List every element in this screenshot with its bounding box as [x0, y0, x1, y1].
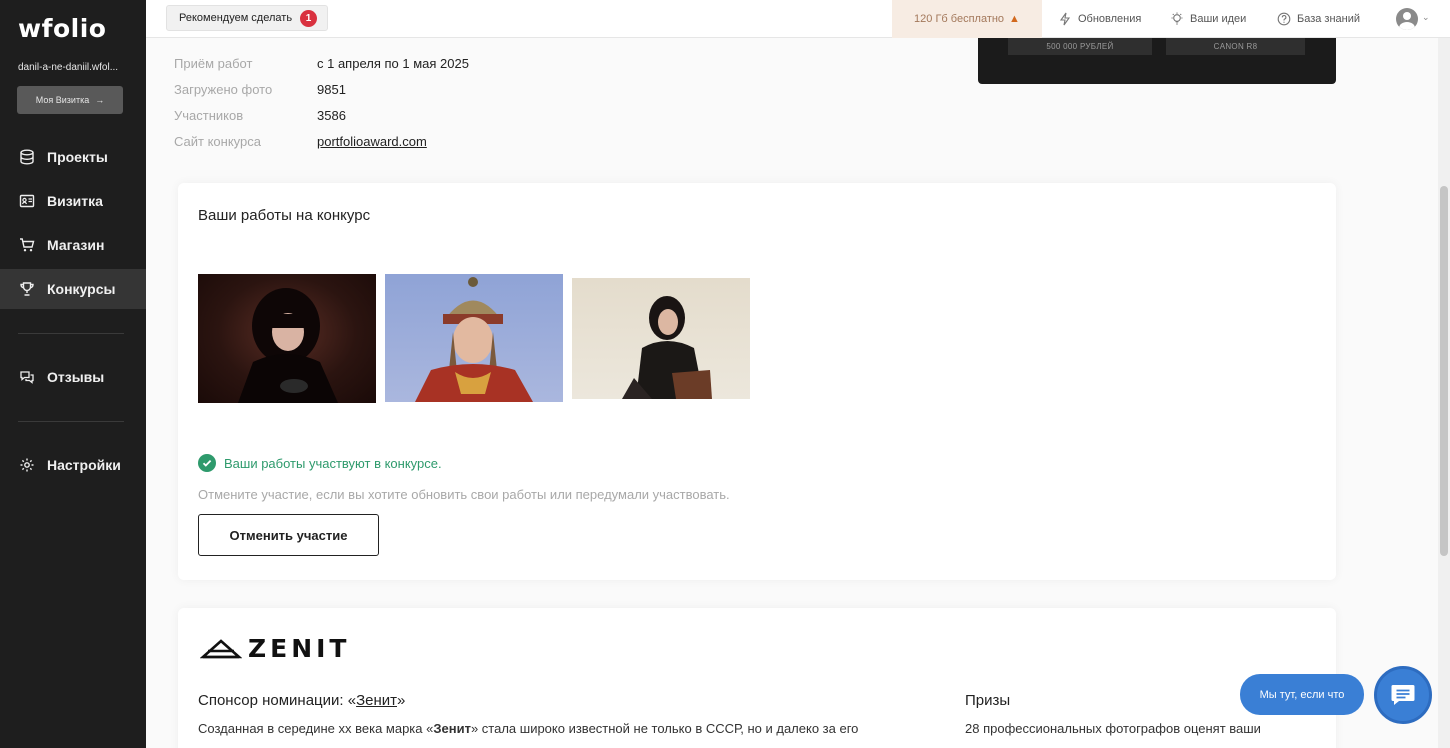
sidebar-item-contests[interactable]: Конкурсы — [0, 269, 146, 309]
sponsor-desc-start: Созданная в середине хх века марка « — [198, 721, 434, 736]
ideas-link[interactable]: Ваши идеи — [1170, 0, 1246, 38]
prizes-description: 28 профессиональных фотографов оценят ва… — [965, 721, 1261, 736]
sidebar-item-projects[interactable]: Проекты — [0, 137, 146, 177]
my-card-button[interactable]: Моя Визитка → — [17, 86, 123, 114]
photo-portrait-hat — [415, 277, 533, 402]
chevron-down-icon[interactable]: ⌄ — [1422, 12, 1430, 23]
contest-photo[interactable] — [198, 274, 376, 403]
sponsor-link[interactable]: Зенит — [356, 692, 397, 709]
sidebar-item-settings[interactable]: Настройки — [0, 445, 146, 485]
site-domain[interactable]: danil-a-ne-daniil.wfol... — [18, 62, 118, 73]
chat-greeting-bubble[interactable]: Мы тут, если что — [1240, 674, 1364, 715]
top-bar: Рекомендуем сделать 1 120 Гб бесплатно ▲… — [146, 0, 1450, 38]
photo-portrait-seated — [622, 296, 712, 399]
photo-portrait-hood — [238, 288, 338, 403]
app-logo[interactable]: wfolio — [18, 14, 106, 43]
info-label: Участников — [174, 108, 244, 123]
sidebar-item-label: Отзывы — [47, 369, 105, 385]
info-value: 3586 — [317, 108, 346, 123]
recommend-button[interactable]: Рекомендуем сделать 1 — [166, 5, 329, 31]
participation-status: Ваши работы участвуют в конкурсе. — [198, 454, 442, 472]
sponsor-title-suffix: » — [397, 692, 406, 709]
sponsor-title: Спонсор номинации: «Зенит» — [198, 692, 405, 709]
cart-icon — [20, 238, 35, 252]
free-storage-label: 120 Гб бесплатно — [914, 13, 1005, 25]
cancel-participation-button[interactable]: Отменить участие — [198, 514, 379, 556]
sidebar-item-label: Визитка — [47, 193, 103, 209]
contest-works-card: Ваши работы на конкурс Ваши работы участ… — [178, 183, 1336, 580]
zenit-emblem-icon — [200, 638, 242, 658]
fire-icon: ▲ — [1009, 13, 1020, 25]
page-scrollbar[interactable] — [1438, 38, 1450, 748]
info-label: Сайт конкурса — [174, 134, 261, 149]
info-value: с 1 апреля по 1 мая 2025 — [317, 56, 469, 71]
info-label: Приём работ — [174, 56, 253, 71]
sidebar: wfolio danil-a-ne-daniil.wfol... Моя Виз… — [0, 0, 146, 748]
chat-open-button[interactable] — [1374, 666, 1432, 724]
contest-photo[interactable] — [385, 274, 563, 402]
gear-icon — [20, 458, 34, 472]
knowledge-base-label: База знаний — [1297, 13, 1361, 25]
sidebar-item-shop[interactable]: Магазин — [0, 225, 146, 265]
info-value: 9851 — [317, 82, 346, 97]
sponsor-desc-bold: Зенит — [433, 721, 471, 736]
sidebar-item-card[interactable]: Визитка — [0, 181, 146, 221]
cancel-hint: Отмените участие, если вы хотите обновит… — [198, 487, 730, 502]
my-card-button-label: Моя Визитка — [35, 95, 90, 105]
id-card-icon — [19, 194, 35, 208]
help-circle-icon — [1277, 12, 1291, 26]
avatar-head — [1403, 12, 1411, 20]
avatar-body — [1399, 22, 1415, 30]
database-icon — [20, 149, 34, 165]
user-avatar[interactable] — [1396, 8, 1418, 30]
participation-status-text: Ваши работы участвуют в конкурсе. — [224, 455, 442, 471]
sidebar-item-reviews[interactable]: Отзывы — [0, 357, 146, 397]
lightning-icon — [1059, 12, 1071, 26]
lightbulb-icon — [1171, 12, 1183, 25]
knowledge-base-link[interactable]: База знаний — [1277, 0, 1360, 38]
ideas-label: Ваши идеи — [1190, 13, 1247, 25]
contest-photo[interactable] — [572, 278, 750, 399]
trophy-icon — [20, 282, 34, 296]
zenit-logo-text: ZENIT — [248, 634, 351, 663]
contest-site-link[interactable]: portfolioaward.com — [317, 134, 427, 149]
sponsor-title-prefix: Спонсор номинации: « — [198, 692, 357, 709]
sidebar-divider — [18, 421, 124, 422]
info-label: Загружено фото — [174, 82, 273, 97]
recommend-label: Рекомендуем сделать — [179, 12, 293, 24]
banner-prize-box: CANON R8 — [1166, 38, 1305, 55]
notification-badge: 1 — [300, 9, 318, 27]
sidebar-item-label: Конкурсы — [47, 281, 116, 297]
scrollbar-thumb[interactable] — [1440, 186, 1448, 556]
sidebar-divider — [18, 333, 124, 334]
updates-link[interactable]: Обновления — [1058, 0, 1141, 38]
updates-label: Обновления — [1078, 13, 1142, 25]
banner-prize-box: 500 000 РУБЛЕЙ — [1008, 38, 1152, 55]
sponsor-card: ZENIT Спонсор номинации: «Зенит» Созданн… — [178, 608, 1336, 748]
works-title: Ваши работы на конкурс — [198, 207, 371, 224]
sidebar-item-label: Проекты — [47, 149, 108, 165]
sponsor-description: Созданная в середине хх века марка «Зени… — [198, 721, 858, 736]
free-storage-offer[interactable]: 120 Гб бесплатно ▲ — [892, 0, 1042, 38]
prizes-title: Призы — [965, 692, 1011, 709]
sidebar-item-label: Магазин — [47, 237, 105, 253]
zenit-logo: ZENIT — [200, 634, 350, 663]
check-circle-icon — [198, 454, 216, 472]
chat-bubbles-icon — [20, 371, 34, 384]
sidebar-item-label: Настройки — [47, 457, 121, 473]
main-content: 500 000 РУБЛЕЙ CANON R8 Приём работ с 1 … — [146, 38, 1438, 748]
chat-icon — [1391, 685, 1415, 705]
contest-banner: 500 000 РУБЛЕЙ CANON R8 — [978, 38, 1336, 84]
sponsor-desc-end: » стала широко известной не только в ССС… — [470, 721, 859, 736]
arrow-right-icon: → — [95, 95, 105, 105]
